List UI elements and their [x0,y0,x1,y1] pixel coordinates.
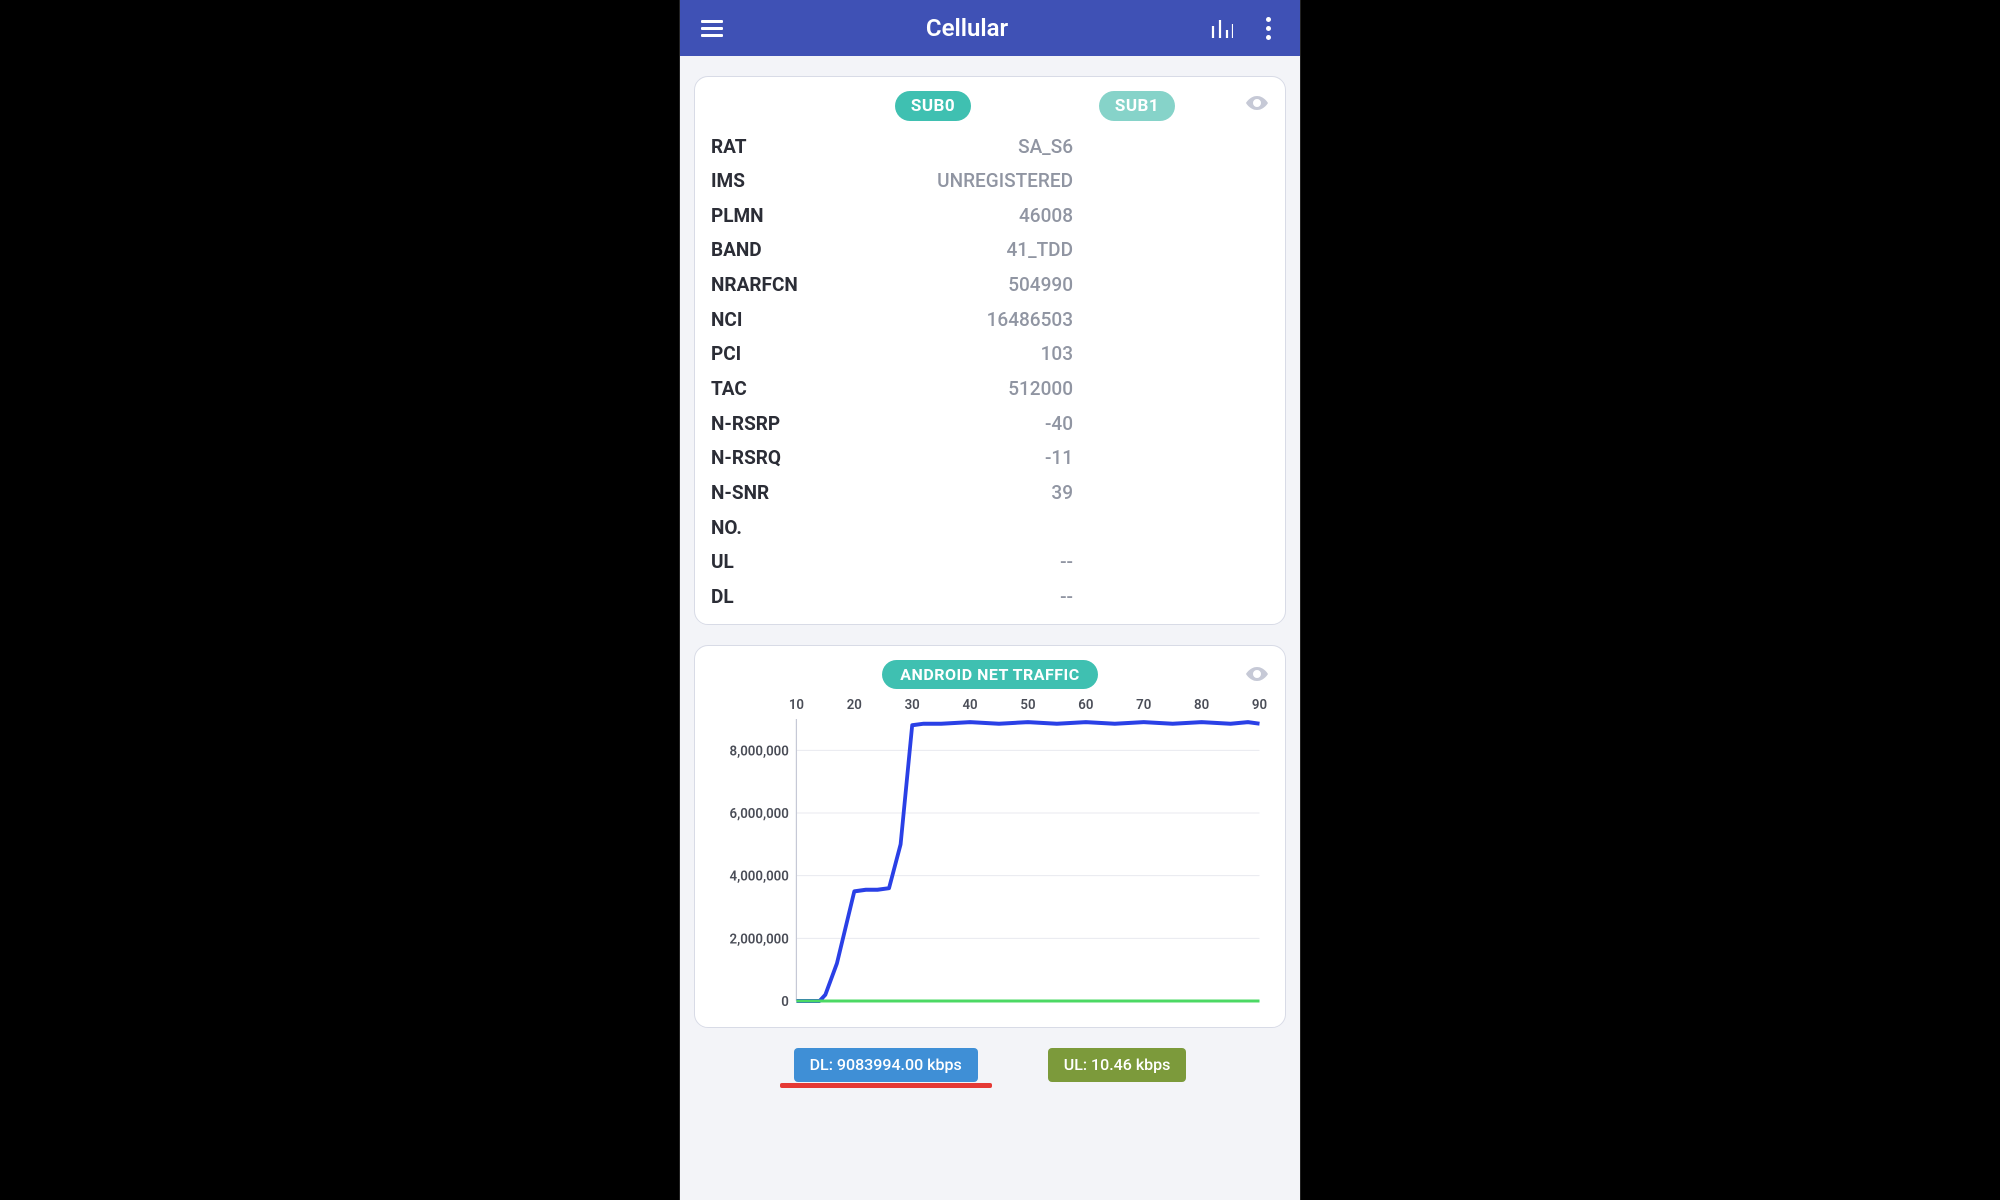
svg-text:2,000,000: 2,000,000 [730,931,789,947]
row-value-sub0: 41_TDD [831,233,1079,268]
row-value-sub1 [1079,268,1239,303]
row-key: N-RSRQ [711,441,831,476]
sim-info-table: RATSA_S6IMSUNREGISTEREDPLMN46008BAND41_T… [711,129,1269,614]
menu-icon[interactable] [694,10,730,46]
row-value-sub0: 16486503 [831,302,1079,337]
row-value-sub0: SA_S6 [831,129,1079,164]
row-key: NCI [711,302,831,337]
svg-text:60: 60 [1078,697,1093,713]
row-value-sub0: -- [831,545,1079,580]
svg-text:90: 90 [1252,697,1267,713]
row-value-sub0: 46008 [831,198,1079,233]
row-value-sub1 [1079,337,1239,372]
row-value-sub1 [1079,198,1239,233]
row-value-sub1 [1079,579,1239,614]
svg-text:6,000,000: 6,000,000 [730,806,789,822]
svg-text:10: 10 [789,697,804,713]
row-key: PLMN [711,198,831,233]
phone-frame: Cellular SUB0 SUB1 [680,0,1300,1200]
table-row: UL-- [711,545,1269,580]
row-value-sub1 [1079,233,1239,268]
app-bar: Cellular [680,0,1300,56]
table-row: NRARFCN504990 [711,268,1269,303]
table-row: TAC512000 [711,371,1269,406]
dl-pill: DL: 9083994.00 kbps [794,1048,978,1082]
table-row: RATSA_S6 [711,129,1269,164]
row-value-sub0 [831,510,1079,545]
row-value-sub0: -- [831,579,1079,614]
row-value-sub0: 103 [831,337,1079,372]
row-value-sub1 [1079,510,1239,545]
row-key: PCI [711,337,831,372]
row-key: TAC [711,371,831,406]
table-row: NO. [711,510,1269,545]
sim-info-card: SUB0 SUB1 RATSA_S6IMSUNREGISTEREDPLMN460… [694,76,1286,625]
row-value-sub0: 504990 [831,268,1079,303]
row-key: NO. [711,510,831,545]
row-key: RAT [711,129,831,164]
visibility-icon[interactable] [1245,662,1269,690]
table-row: BAND41_TDD [711,233,1269,268]
svg-text:4,000,000: 4,000,000 [730,868,789,884]
page-title: Cellular [740,14,1194,42]
table-row: DL-- [711,579,1269,614]
row-value-sub1 [1079,406,1239,441]
row-value-sub0: 39 [831,475,1079,510]
table-row: IMSUNREGISTERED [711,164,1269,199]
row-value-sub1 [1079,129,1239,164]
table-row: N-RSRP-40 [711,406,1269,441]
overflow-icon[interactable] [1250,10,1286,46]
row-value-sub1 [1079,475,1239,510]
row-value-sub1 [1079,164,1239,199]
svg-text:8,000,000: 8,000,000 [730,743,789,759]
row-key: N-RSRP [711,406,831,441]
svg-text:20: 20 [847,697,862,713]
row-key: N-SNR [711,475,831,510]
row-key: DL [711,579,831,614]
row-value-sub0: -40 [831,406,1079,441]
highlight-underline [780,1083,992,1088]
svg-text:80: 80 [1194,697,1209,713]
svg-text:30: 30 [905,697,920,713]
sub1-chip[interactable]: SUB1 [1099,91,1175,121]
row-value-sub0: UNREGISTERED [831,164,1079,199]
row-value-sub1 [1079,545,1239,580]
row-key: BAND [711,233,831,268]
row-value-sub0: 512000 [831,371,1079,406]
table-row: N-RSRQ-11 [711,441,1269,476]
row-value-sub1 [1079,302,1239,337]
table-row: NCI16486503 [711,302,1269,337]
row-key: NRARFCN [711,268,831,303]
svg-text:70: 70 [1136,697,1151,713]
ul-pill: UL: 10.46 kbps [1048,1048,1187,1082]
traffic-footer: DL: 9083994.00 kbps UL: 10.46 kbps [694,1048,1286,1082]
svg-text:50: 50 [1020,697,1035,713]
svg-text:0: 0 [781,994,789,1010]
table-row: N-SNR39 [711,475,1269,510]
row-key: IMS [711,164,831,199]
stats-icon[interactable] [1204,10,1240,46]
sub0-chip[interactable]: SUB0 [895,91,971,121]
table-row: PLMN46008 [711,198,1269,233]
traffic-title-chip: ANDROID NET TRAFFIC [882,660,1097,689]
row-value-sub1 [1079,371,1239,406]
table-row: PCI103 [711,337,1269,372]
traffic-chart: 0 2,000,000 4,000,000 6,000,000 8,000,000 10 2… [711,691,1269,1021]
svg-text:40: 40 [962,697,977,713]
row-key: UL [711,545,831,580]
traffic-card: ANDROID NET TRAFFIC 0 2,000,000 4,000,000 6… [694,645,1286,1028]
row-value-sub0: -11 [831,441,1079,476]
row-value-sub1 [1079,441,1239,476]
visibility-icon[interactable] [1245,91,1269,119]
